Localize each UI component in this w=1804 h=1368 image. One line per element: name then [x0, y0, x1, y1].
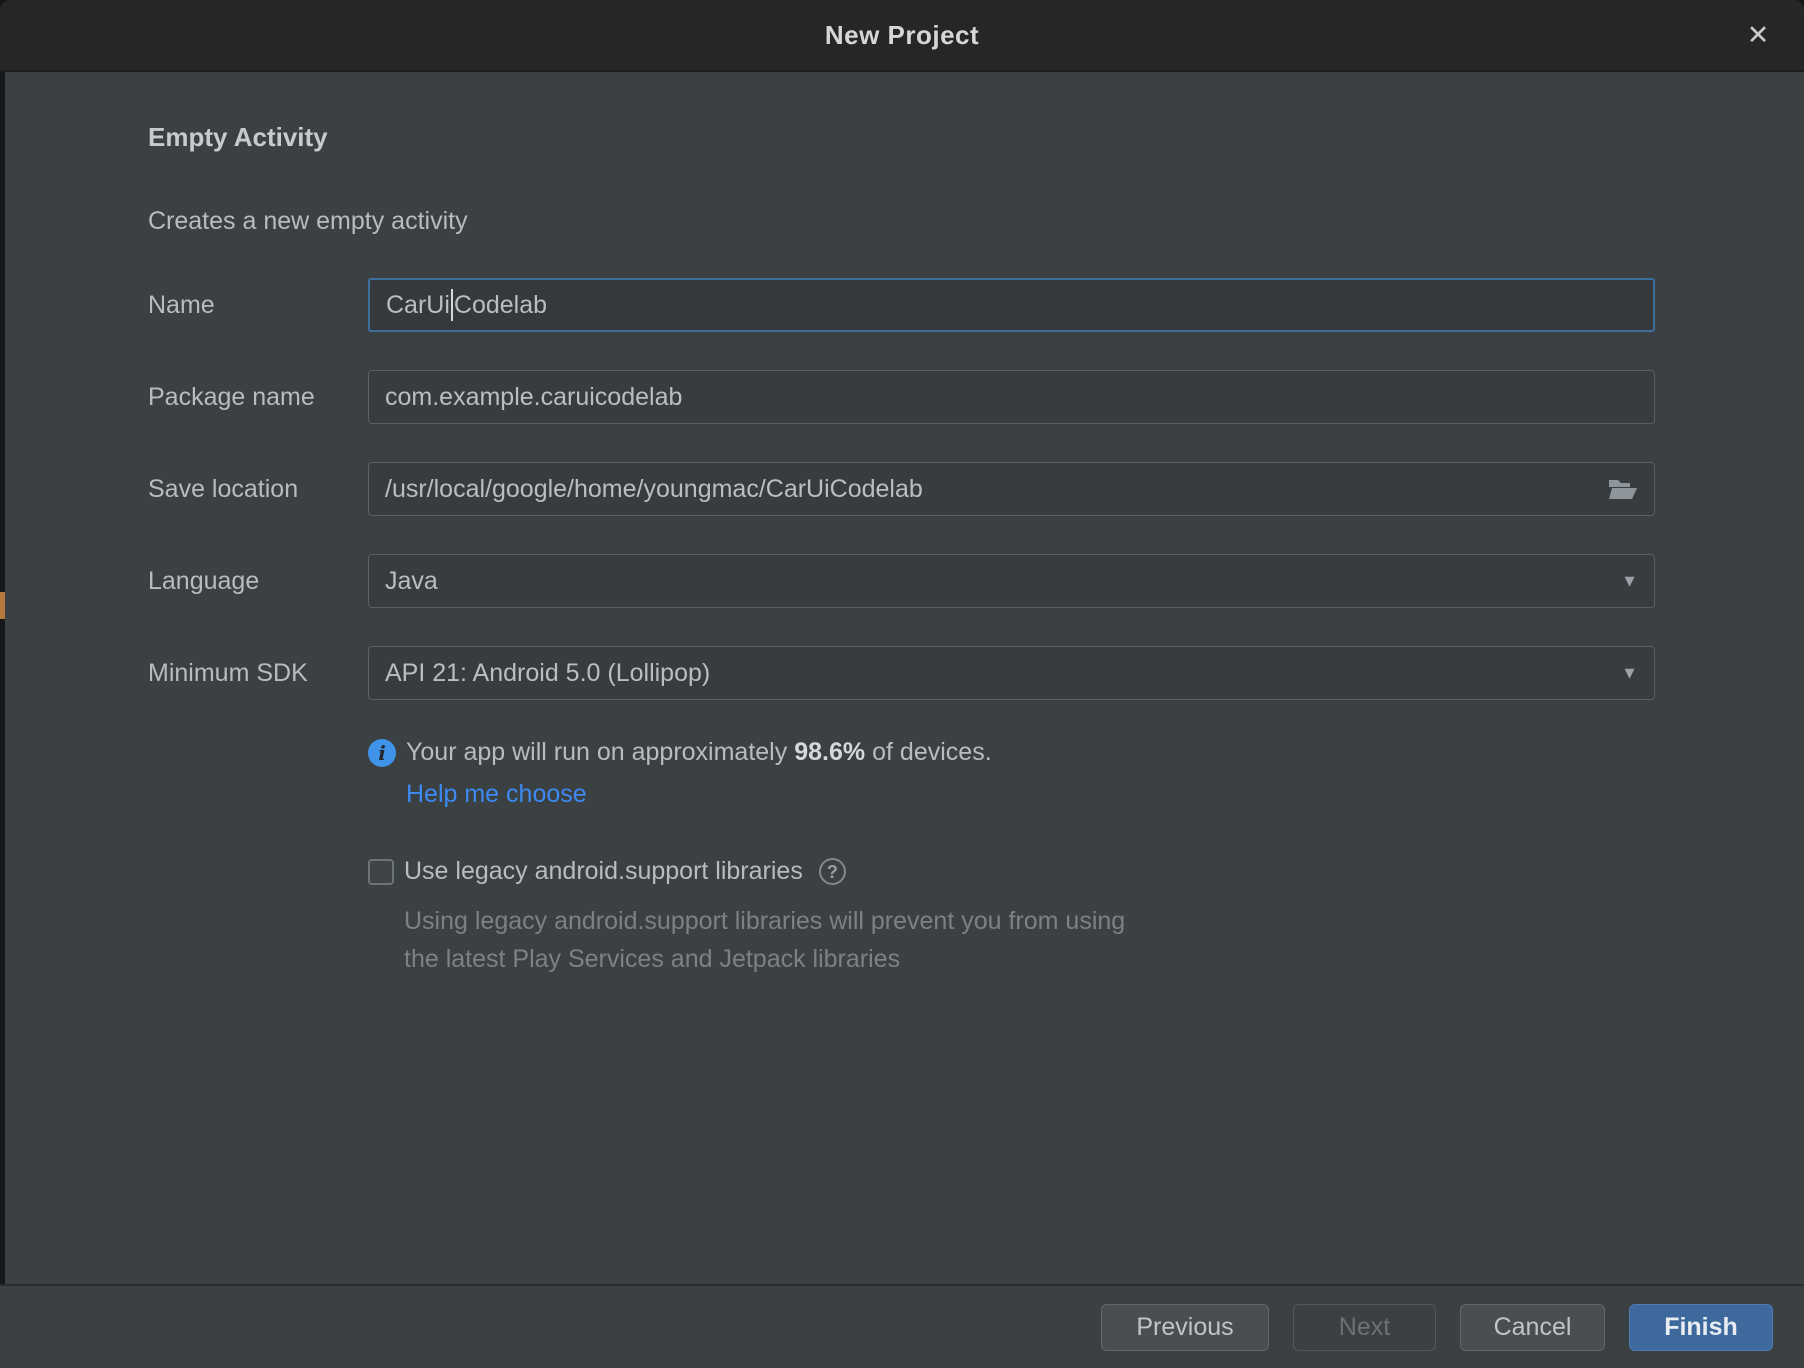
legacy-support-block: Use legacy android.support libraries ? U…: [368, 857, 1655, 978]
info-icon: i: [368, 739, 396, 767]
package-name-label: Package name: [148, 383, 368, 412]
dialog-titlebar: New Project ✕: [0, 0, 1804, 72]
window-left-edge: [0, 72, 5, 1368]
package-name-value: com.example.caruicodelab: [385, 383, 682, 412]
minimum-sdk-label: Minimum SDK: [148, 659, 368, 688]
help-icon[interactable]: ?: [819, 858, 846, 885]
package-name-input[interactable]: com.example.caruicodelab: [368, 370, 1655, 424]
save-location-label: Save location: [148, 475, 368, 504]
dialog-footer: Previous Next Cancel Finish: [0, 1284, 1804, 1368]
text-caret: [451, 289, 453, 321]
new-project-dialog: New Project ✕ Empty Activity Creates a n…: [0, 0, 1804, 1368]
browse-folder-button[interactable]: [1608, 477, 1638, 501]
minimum-sdk-dropdown[interactable]: API 21: Android 5.0 (Lollipop) ▼: [368, 646, 1655, 700]
sdk-info-block: i Your app will run on approximately98.6…: [368, 738, 1655, 809]
device-percentage: 98.6%: [794, 738, 865, 766]
legacy-support-row: Use legacy android.support libraries ?: [368, 857, 1655, 886]
package-name-row: Package name com.example.caruicodelab: [148, 370, 1655, 424]
sdk-info-row: i Your app will run on approximately98.6…: [368, 738, 1655, 767]
page-title: Empty Activity: [148, 122, 1655, 152]
legacy-hint-line2: the latest Play Services and Jetpack lib…: [404, 940, 1655, 978]
dialog-title: New Project: [825, 20, 979, 51]
save-location-row: Save location /usr/local/google/home/you…: [148, 462, 1655, 516]
dropdown-arrow-icon: ▼: [1621, 665, 1638, 682]
legacy-support-checkbox[interactable]: [368, 859, 394, 885]
dropdown-arrow-icon: ▼: [1621, 573, 1638, 590]
legacy-support-hint: Using legacy android.support libraries w…: [404, 902, 1655, 978]
language-dropdown[interactable]: Java ▼: [368, 554, 1655, 608]
name-input[interactable]: CarUiCodelab: [368, 278, 1655, 332]
language-row: Language Java ▼: [148, 554, 1655, 608]
legacy-hint-line1: Using legacy android.support libraries w…: [404, 902, 1655, 940]
help-me-choose-link[interactable]: Help me choose: [406, 779, 587, 809]
legacy-support-label: Use legacy android.support libraries: [404, 857, 803, 886]
name-value-before-caret: CarUi: [386, 291, 450, 320]
save-location-input[interactable]: /usr/local/google/home/youngmac/CarUiCod…: [368, 462, 1655, 516]
language-value: Java: [385, 567, 438, 596]
dialog-content: Empty Activity Creates a new empty activ…: [0, 122, 1804, 978]
language-label: Language: [148, 567, 368, 596]
sdk-info-text: Your app will run on approximately98.6%o…: [406, 738, 992, 767]
next-button: Next: [1293, 1304, 1436, 1351]
background-screen-artifact: [0, 592, 5, 619]
save-location-value: /usr/local/google/home/youngmac/CarUiCod…: [385, 475, 923, 504]
name-label: Name: [148, 291, 368, 320]
page-subtitle: Creates a new empty activity: [148, 206, 1655, 236]
folder-open-icon: [1608, 477, 1638, 501]
close-icon[interactable]: ✕: [1738, 15, 1778, 55]
minimum-sdk-row: Minimum SDK API 21: Android 5.0 (Lollipo…: [148, 646, 1655, 700]
name-row: Name CarUiCodelab: [148, 278, 1655, 332]
cancel-button[interactable]: Cancel: [1460, 1304, 1605, 1351]
previous-button[interactable]: Previous: [1101, 1304, 1269, 1351]
minimum-sdk-value: API 21: Android 5.0 (Lollipop): [385, 659, 710, 688]
new-project-form: Name CarUiCodelab Package name com.examp…: [148, 278, 1655, 700]
finish-button[interactable]: Finish: [1629, 1304, 1773, 1351]
name-value-after-caret: Codelab: [454, 291, 547, 320]
